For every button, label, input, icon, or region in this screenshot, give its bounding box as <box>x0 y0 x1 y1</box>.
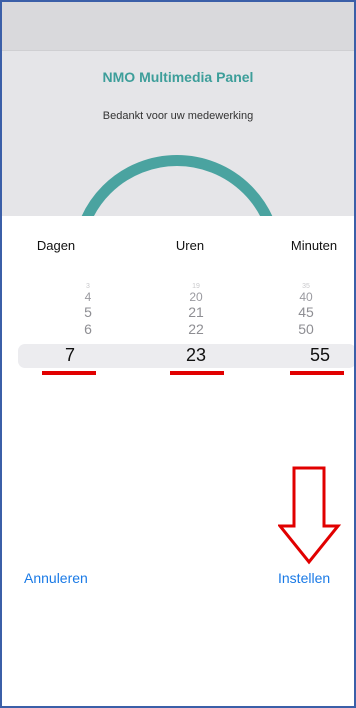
selected-hours[interactable]: 23 <box>166 345 226 366</box>
cancel-button[interactable]: Annuleren <box>24 570 88 586</box>
wheel-item[interactable]: 50 <box>266 321 346 338</box>
wheel-item[interactable]: 6 <box>48 321 128 338</box>
wheel-item[interactable]: 45 <box>266 304 346 321</box>
selected-minutes[interactable]: 55 <box>290 345 350 366</box>
status-bar <box>2 2 354 50</box>
wheel-item[interactable]: 22 <box>156 321 236 338</box>
wheel-days[interactable]: 3 4 5 6 <box>48 282 128 338</box>
wheel-minutes[interactable]: 35 40 45 50 <box>266 282 346 338</box>
wheel-hours[interactable]: 19 20 21 22 <box>156 282 236 338</box>
wheel-item[interactable]: 20 <box>156 291 236 304</box>
app-frame: NMO Multimedia Panel Bedankt voor uw med… <box>0 0 356 708</box>
time-picker-sheet: Dagen Uren Minuten 3 4 5 6 19 20 21 22 3… <box>2 216 354 706</box>
confirm-button[interactable]: Instellen <box>278 570 330 586</box>
down-arrow-icon <box>276 466 342 566</box>
highlight-underline-minutes <box>290 371 344 375</box>
background-panel: NMO Multimedia Panel Bedankt voor uw med… <box>2 50 354 217</box>
column-header-minutes: Minuten <box>290 238 338 253</box>
column-header-hours: Uren <box>175 238 205 253</box>
column-header-days: Dagen <box>36 238 76 253</box>
selected-days[interactable]: 7 <box>40 345 100 366</box>
page-subtitle: Bedankt voor uw medewerking <box>102 110 254 122</box>
wheel-item[interactable]: 5 <box>48 304 128 321</box>
highlight-underline-days <box>42 371 96 375</box>
highlight-underline-hours <box>170 371 224 375</box>
wheel-item[interactable]: 21 <box>156 304 236 321</box>
wheel-item[interactable]: 4 <box>48 291 128 304</box>
wheel-item[interactable]: 40 <box>266 291 346 304</box>
page-title: NMO Multimedia Panel <box>102 69 254 85</box>
progress-gauge <box>72 155 282 217</box>
